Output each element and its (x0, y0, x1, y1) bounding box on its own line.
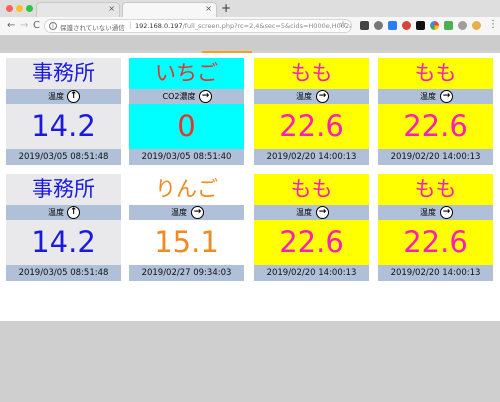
reload-icon[interactable]: C (33, 20, 40, 32)
timestamp: 2019/02/20 14:00:13 (378, 149, 493, 165)
right-arrow-icon: → (316, 206, 329, 219)
new-tab-icon[interactable]: + (221, 2, 231, 15)
info-icon[interactable]: i (49, 22, 57, 30)
extension-icon[interactable] (430, 21, 439, 30)
extension-icon[interactable] (458, 21, 467, 30)
panel-title: もも (290, 61, 333, 85)
metric-bar: 温度 → (254, 89, 369, 104)
sensor-panel: 事務所 温度 ↑ 14.2 2019/03/05 08:51:48 (6, 58, 121, 165)
tab-close-icon[interactable]: × (108, 4, 115, 13)
sensor-value: 0 (177, 109, 196, 143)
timestamp: 2019/02/20 14:00:13 (254, 265, 369, 281)
back-icon[interactable]: ← (7, 20, 15, 32)
maximize-window-icon[interactable] (26, 5, 33, 12)
sensor-value: 14.2 (31, 109, 96, 143)
timestamp: 2019/02/20 14:00:13 (378, 265, 493, 281)
url-host: 192.168.0.197 (135, 22, 183, 30)
tab-strip: × × + (0, 0, 500, 17)
close-window-icon[interactable] (6, 5, 13, 12)
forward-icon[interactable]: → (20, 20, 28, 32)
panel-title: 事務所 (32, 61, 95, 85)
panel-title: もも (414, 177, 457, 201)
extension-icon[interactable] (388, 21, 397, 30)
bookmark-star-icon[interactable]: ☆ (339, 20, 347, 30)
extension-icon[interactable] (374, 21, 383, 30)
sensor-panel: いちご CO2濃度 → 0 2019/03/05 08:51:40 (129, 58, 244, 165)
extension-icon[interactable] (402, 21, 411, 30)
sensor-value: 22.6 (279, 225, 344, 259)
metric-bar: 温度 → (129, 205, 244, 220)
metric-label: 温度 (296, 208, 312, 217)
metric-label: CO2濃度 (162, 92, 196, 101)
metric-label: 温度 (171, 208, 187, 217)
sensor-value: 15.1 (154, 225, 219, 259)
sensor-value: 22.6 (279, 109, 344, 143)
address-bar[interactable]: i 保護されていない通信 | 192.168.0.197/full_screen… (44, 19, 352, 33)
page-content: 事務所 温度 ↑ 14.2 2019/03/05 08:51:48 いちご CO… (0, 36, 500, 402)
minimize-window-icon[interactable] (16, 5, 23, 12)
panel-title: もも (414, 61, 457, 85)
extension-icon[interactable] (416, 21, 425, 30)
metric-bar: 温度 → (254, 205, 369, 220)
sensor-panel: 事務所 温度 ↑ 14.2 2019/03/05 08:51:48 (6, 174, 121, 281)
sensor-panel: もも 温度 → 22.6 2019/02/20 14:00:13 (378, 174, 493, 281)
metric-label: 温度 (420, 92, 436, 101)
panel-title: 事務所 (32, 177, 95, 201)
browser-tab-2[interactable]: × (122, 2, 217, 17)
right-arrow-icon: → (440, 90, 453, 103)
sensor-panel: りんご 温度 → 15.1 2019/02/27 09:34:03 (129, 174, 244, 281)
metric-label: 温度 (48, 208, 64, 217)
metric-bar: 温度 → (378, 205, 493, 220)
metric-bar: 温度 → (378, 89, 493, 104)
right-arrow-icon: → (440, 206, 453, 219)
url-text: 192.168.0.197/full_screen.php?rc=2,4&sec… (135, 22, 351, 30)
url-separator: | (129, 21, 132, 29)
profile-avatar-icon[interactable] (472, 21, 481, 30)
browser-toolbar: ← → C i 保護されていない通信 | 192.168.0.197/full_… (0, 17, 500, 36)
browser-window: × × + ← → C i 保護されていない通信 | 192.168.0.197… (0, 0, 500, 402)
timestamp: 2019/02/27 09:34:03 (129, 265, 244, 281)
up-arrow-icon: ↑ (67, 206, 80, 219)
sensor-panel: もも 温度 → 22.6 2019/02/20 14:00:13 (254, 174, 369, 281)
right-arrow-icon: → (199, 90, 212, 103)
metric-bar: 温度 ↑ (6, 89, 121, 104)
right-arrow-icon: → (191, 206, 204, 219)
panel-title: もも (290, 177, 333, 201)
sensor-value: 14.2 (31, 225, 96, 259)
page-header-strip (0, 36, 500, 50)
security-status: 保護されていない通信 (60, 24, 125, 32)
metric-label: 温度 (420, 208, 436, 217)
extension-icon[interactable] (444, 21, 453, 30)
metric-label: 温度 (48, 92, 64, 101)
tab-close-icon[interactable]: × (205, 4, 212, 13)
sensor-panel: もも 温度 → 22.6 2019/02/20 14:00:13 (378, 58, 493, 165)
browser-tab-1[interactable]: × (36, 2, 120, 17)
timestamp: 2019/03/05 08:51:40 (129, 149, 244, 165)
sensor-value: 22.6 (403, 109, 468, 143)
timestamp: 2019/03/05 08:51:48 (6, 149, 121, 165)
metric-label: 温度 (296, 92, 312, 101)
right-arrow-icon: → (316, 90, 329, 103)
up-arrow-icon: ↑ (67, 90, 80, 103)
extension-icon[interactable] (360, 21, 369, 30)
panel-title: いちご (155, 61, 218, 85)
url-path: /full_screen.php?rc=2,4&sec=5&cids=H000e… (182, 22, 351, 30)
browser-menu-icon[interactable]: ⋮ (488, 19, 498, 31)
metric-bar: CO2濃度 → (129, 89, 244, 104)
sensor-value: 22.6 (403, 225, 468, 259)
timestamp: 2019/02/20 14:00:13 (254, 149, 369, 165)
metric-bar: 温度 ↑ (6, 205, 121, 220)
sensor-panel: もも 温度 → 22.6 2019/02/20 14:00:13 (254, 58, 369, 165)
timestamp: 2019/03/05 08:51:48 (6, 265, 121, 281)
panel-title: りんご (155, 177, 218, 201)
